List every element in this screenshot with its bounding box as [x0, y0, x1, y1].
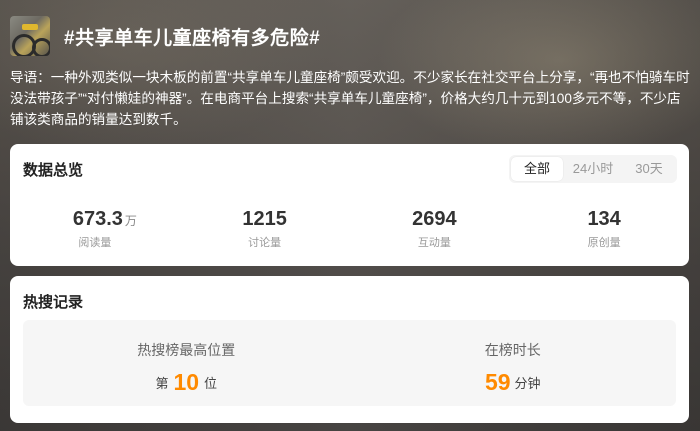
stat-interactions-value: 2694 [412, 208, 457, 230]
tab-all[interactable]: 全部 [511, 157, 563, 181]
stat-discussions-label: 讨论量 [248, 237, 282, 249]
reads-unit: 万 [124, 214, 137, 228]
topic-header: #共享单车儿童座椅有多危险# [10, 15, 320, 57]
hot-search-card: 热搜记录 热搜榜最高位置 第 10 位 在榜时长 59 分钟 [10, 276, 689, 423]
hot-search-record-box: 热搜榜最高位置 第 10 位 在榜时长 59 分钟 [23, 320, 676, 406]
stat-interactions: 2694 互动量 [350, 207, 520, 250]
duration-column: 在榜时长 59 分钟 [350, 320, 677, 406]
time-range-tabs: 全部 24小时 30天 [509, 155, 677, 183]
highest-rank-column: 热搜榜最高位置 第 10 位 [23, 320, 350, 406]
rank-number: 10 [173, 369, 200, 395]
tab-30d[interactable]: 30天 [623, 157, 675, 181]
stat-reads-label: 阅读量 [78, 237, 112, 249]
hot-search-title: 热搜记录 [23, 294, 84, 311]
rank-prefix: 第 [155, 376, 169, 391]
stat-reads-value: 673.3 万 [30, 207, 180, 231]
highest-rank-label: 热搜榜最高位置 [137, 342, 236, 358]
overview-card: 数据总览 全部 24小时 30天 673.3 万 阅读量 1215 讨论量 269… [10, 144, 689, 266]
reads-number: 673.3 [72, 208, 123, 230]
stat-originals: 134 原创量 [519, 207, 689, 250]
stat-discussions: 1215 讨论量 [180, 207, 350, 250]
duration-unit: 分钟 [514, 376, 541, 391]
rank-suffix: 位 [204, 376, 218, 391]
overview-title: 数据总览 [23, 162, 84, 179]
highest-rank-value: 第 10 位 [23, 369, 350, 396]
stat-originals-value: 134 [587, 208, 621, 230]
stat-discussions-value: 1215 [242, 208, 287, 230]
stat-interactions-label: 互动量 [417, 237, 451, 249]
tab-24h[interactable]: 24小时 [567, 157, 619, 181]
stats-row: 673.3 万 阅读量 1215 讨论量 2694 互动量 134 原创量 [10, 207, 689, 250]
stat-originals-label: 原创量 [587, 237, 621, 249]
duration-label: 在榜时长 [484, 342, 541, 358]
topic-intro: 导语：一种外观类似一块木板的前置“共享单车儿童座椅”颇受欢迎。不少家长在社交平台… [10, 70, 690, 127]
topic-title: #共享单车儿童座椅有多危险# [64, 27, 321, 49]
duration-value: 59 分钟 [350, 369, 677, 396]
bicycle-thumbnail-icon[interactable] [10, 16, 50, 56]
stat-reads: 673.3 万 阅读量 [10, 207, 180, 250]
duration-number: 59 [484, 369, 511, 395]
